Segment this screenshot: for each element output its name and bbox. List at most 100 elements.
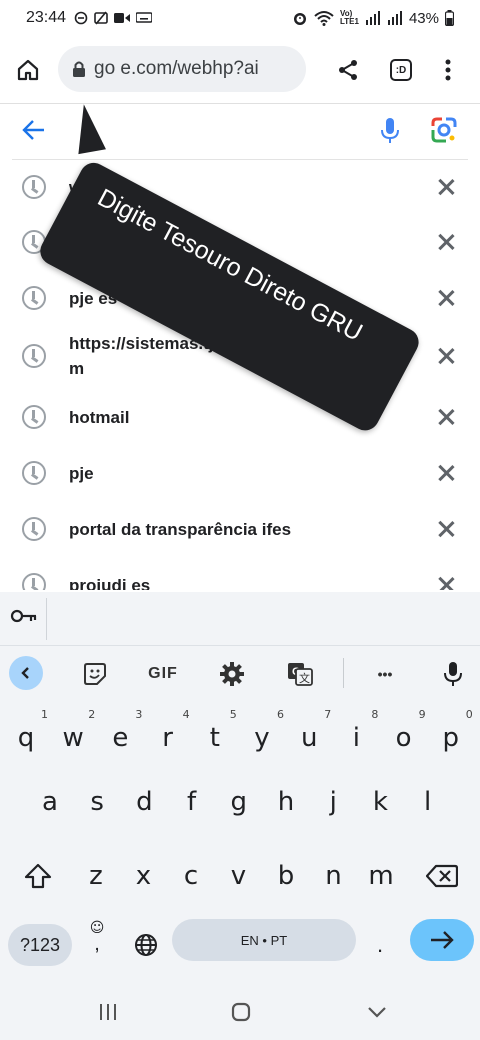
key-label: u xyxy=(300,723,318,753)
key-number-hint: 5 xyxy=(229,708,237,721)
sticker-button[interactable] xyxy=(80,656,110,692)
key-r[interactable]: r4 xyxy=(146,708,189,764)
remove-suggestion-icon[interactable] xyxy=(436,463,456,483)
key-s[interactable]: s xyxy=(75,776,119,828)
chevron-left-icon xyxy=(21,667,29,679)
remove-suggestion-icon[interactable] xyxy=(436,407,456,427)
suggestion-item[interactable]: projudi es xyxy=(0,558,480,590)
toolbar-separator xyxy=(343,658,344,688)
status-bar: 23:44 Vo) LTE1 43% xyxy=(0,0,480,36)
voice-input-button[interactable] xyxy=(440,656,466,692)
back-nav-button[interactable] xyxy=(364,998,390,1026)
keyboard-settings-button[interactable] xyxy=(218,656,246,692)
key-x[interactable]: x xyxy=(122,850,166,902)
history-clock-icon xyxy=(22,461,46,485)
voice-search-button[interactable] xyxy=(378,116,402,151)
arrow-back-icon xyxy=(22,120,44,140)
password-key-button[interactable] xyxy=(10,608,38,629)
period-key[interactable]: . xyxy=(368,924,392,966)
key-z[interactable]: z xyxy=(74,850,118,902)
search-back-button[interactable] xyxy=(20,116,48,149)
remove-suggestion-icon[interactable] xyxy=(436,346,456,366)
key-number-hint: 4 xyxy=(182,708,190,721)
key-a[interactable]: a xyxy=(28,776,72,828)
more-vert-icon xyxy=(445,59,451,81)
share-button[interactable] xyxy=(320,42,376,98)
system-nav-bar xyxy=(0,986,480,1040)
collapse-keyboard-toolbar-button[interactable] xyxy=(9,656,43,690)
shift-icon xyxy=(24,863,52,889)
key-label: q xyxy=(17,723,35,753)
key-q[interactable]: q1 xyxy=(4,708,48,764)
globe-icon xyxy=(135,934,157,956)
key-v[interactable]: v xyxy=(217,850,261,902)
remove-suggestion-icon[interactable] xyxy=(436,519,456,539)
share-icon xyxy=(339,60,357,80)
history-clock-icon xyxy=(22,405,46,429)
key-m[interactable]: m xyxy=(359,850,403,902)
key-label: r xyxy=(162,723,173,753)
home-circle-icon xyxy=(231,1002,251,1022)
shift-key[interactable] xyxy=(18,850,58,902)
key-label: e xyxy=(112,723,129,753)
key-p[interactable]: p0 xyxy=(429,708,473,764)
symbols-key[interactable]: ?123 xyxy=(8,924,72,966)
suggestion-item[interactable]: hotmail xyxy=(0,390,480,444)
key-label: w xyxy=(62,723,84,753)
key-l[interactable]: l xyxy=(406,776,450,828)
key-i[interactable]: i8 xyxy=(334,708,379,764)
lock-icon xyxy=(73,61,85,77)
lens-search-button[interactable] xyxy=(430,116,458,149)
key-n[interactable]: n xyxy=(312,850,356,902)
key-d[interactable]: d xyxy=(122,776,166,828)
dnd-icon xyxy=(74,11,88,25)
home-button[interactable] xyxy=(0,42,56,98)
key-label: y xyxy=(254,723,270,753)
suggestion-item[interactable]: pje xyxy=(0,446,480,500)
alarm-icon xyxy=(294,13,306,25)
remove-suggestion-icon[interactable] xyxy=(436,232,456,252)
key-j[interactable]: j xyxy=(311,776,355,828)
history-clock-icon xyxy=(22,573,46,590)
key-o[interactable]: o9 xyxy=(382,708,426,764)
key-h[interactable]: h xyxy=(264,776,308,828)
remove-suggestion-icon[interactable] xyxy=(436,177,456,197)
key-t[interactable]: t5 xyxy=(193,708,237,764)
suggestion-item[interactable]: portal da transparência ifes xyxy=(0,502,480,556)
key-number-hint: 8 xyxy=(371,708,379,721)
key-e[interactable]: e3 xyxy=(98,708,142,764)
backspace-icon xyxy=(426,864,458,888)
settings-gear-icon xyxy=(220,662,244,686)
key-c[interactable]: c xyxy=(169,850,213,902)
key-f[interactable]: f xyxy=(170,776,214,828)
backspace-key[interactable] xyxy=(420,850,464,902)
key-u[interactable]: u7 xyxy=(287,708,331,764)
key-k[interactable]: k xyxy=(358,776,402,828)
network-type-label: Vo) LTE1 xyxy=(340,9,359,26)
key-w[interactable]: w2 xyxy=(51,708,96,764)
status-time: 23:44 xyxy=(26,9,67,26)
signal-icon-2 xyxy=(387,11,402,25)
keyboard-toolbar: GIF G文 ••• xyxy=(0,646,480,702)
key-label: i xyxy=(352,723,360,753)
translate-button[interactable]: G文 xyxy=(286,656,314,692)
key-number-hint: 0 xyxy=(465,708,473,721)
key-row-3: zxcvbnm xyxy=(0,846,480,906)
enter-key[interactable] xyxy=(410,919,474,961)
home-nav-button[interactable] xyxy=(228,998,254,1026)
url-bar[interactable]: go e.com/webhp?ai xyxy=(58,46,306,92)
recent-apps-button[interactable] xyxy=(96,998,120,1026)
gif-button[interactable]: GIF xyxy=(146,656,180,692)
remove-suggestion-icon[interactable] xyxy=(436,575,456,590)
remove-suggestion-icon[interactable] xyxy=(436,288,456,308)
key-y[interactable]: y6 xyxy=(240,708,284,764)
more-button[interactable]: ••• xyxy=(370,656,400,692)
emoji-comma-key[interactable]: ☺ , xyxy=(86,914,108,958)
translate-icon: G文 xyxy=(288,663,313,686)
key-b[interactable]: b xyxy=(264,850,308,902)
key-g[interactable]: g xyxy=(217,776,261,828)
history-clock-icon xyxy=(22,344,46,368)
language-switch-key[interactable] xyxy=(130,924,162,966)
overflow-menu-button[interactable] xyxy=(420,42,476,98)
space-key[interactable]: EN • PT xyxy=(172,919,356,961)
